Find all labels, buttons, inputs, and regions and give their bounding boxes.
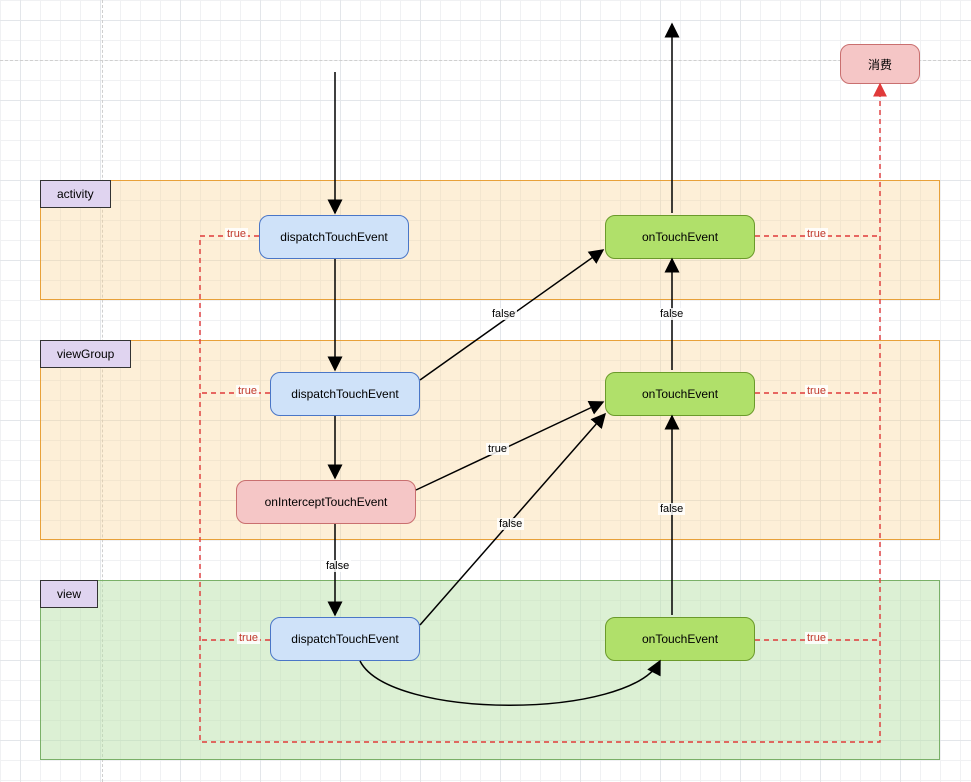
node-viewgroup-ontouch[interactable]: onTouchEvent — [605, 372, 755, 416]
node-activity-ontouch[interactable]: onTouchEvent — [605, 215, 755, 259]
edge-label: true — [237, 632, 260, 644]
lane-activity: activity — [40, 180, 940, 300]
edge-label: true — [225, 228, 248, 240]
edge-label: true — [805, 385, 828, 397]
node-view-dispatch[interactable]: dispatchTouchEvent — [270, 617, 420, 661]
node-view-ontouch[interactable]: onTouchEvent — [605, 617, 755, 661]
lane-viewgroup: viewGroup — [40, 340, 940, 540]
edge-label: true — [486, 443, 509, 455]
edge-label: false — [490, 308, 517, 320]
diagram-canvas[interactable]: activity viewGroup view dispatchTouchEve… — [0, 0, 971, 782]
lane-view: view — [40, 580, 940, 760]
edge-label: true — [236, 385, 259, 397]
edge-label: false — [658, 503, 685, 515]
lane-label-viewgroup: viewGroup — [40, 340, 131, 368]
edge-label: false — [324, 560, 351, 572]
edge-label: true — [805, 632, 828, 644]
node-consume[interactable]: 消费 — [840, 44, 920, 84]
lane-label-view: view — [40, 580, 98, 608]
lane-label-activity: activity — [40, 180, 111, 208]
node-activity-dispatch[interactable]: dispatchTouchEvent — [259, 215, 409, 259]
edge-label: true — [805, 228, 828, 240]
edge-label: false — [658, 308, 685, 320]
node-viewgroup-dispatch[interactable]: dispatchTouchEvent — [270, 372, 420, 416]
node-viewgroup-intercept[interactable]: onInterceptTouchEvent — [236, 480, 416, 524]
edge-label: false — [497, 518, 524, 530]
